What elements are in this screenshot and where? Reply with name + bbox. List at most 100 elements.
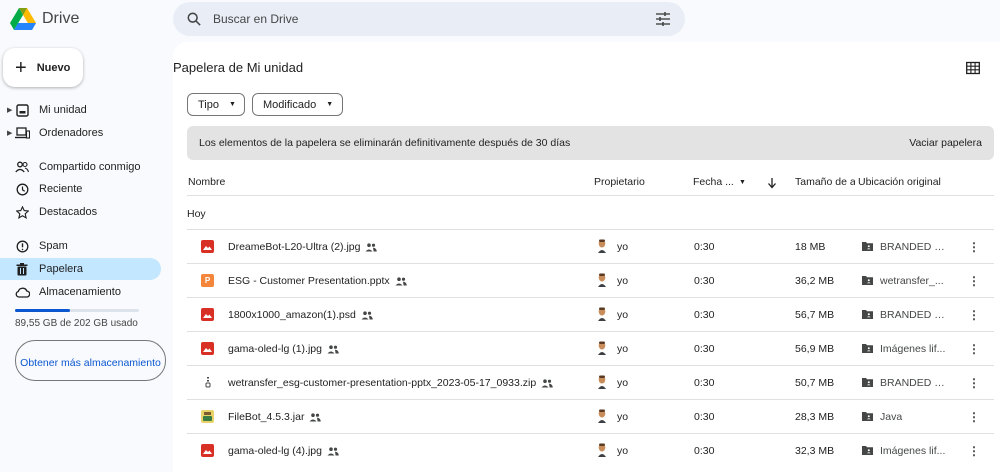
table-row[interactable]: gama-oled-lg (4).jpg yo 0:30 32,3 MB Imágene… bbox=[187, 433, 994, 467]
table-row[interactable]: DreameBot-L20-Ultra (2).jpg yo 0:30 18 MB BR… bbox=[187, 229, 994, 263]
shared-people-icon bbox=[327, 345, 339, 354]
filter-type-chip[interactable]: Tipo ▼ bbox=[187, 93, 245, 116]
folder-icon bbox=[862, 242, 873, 251]
expand-arrow-icon[interactable]: ▶ bbox=[7, 106, 12, 114]
table-header: Nombre Propietario Fecha ... ▼ Tamaño de… bbox=[187, 170, 994, 196]
file-name: wetransfer_esg-customer-presentation-ppt… bbox=[228, 377, 553, 389]
owner-avatar bbox=[598, 273, 606, 287]
storage-bar bbox=[15, 309, 139, 312]
trashed-date: 0:30 bbox=[694, 343, 715, 355]
expand-arrow-icon[interactable]: ▶ bbox=[7, 129, 12, 137]
sidebar-item-papelera[interactable]: Papelera bbox=[0, 258, 161, 280]
shared-people-icon bbox=[327, 447, 339, 456]
trashed-date: 0:30 bbox=[694, 275, 715, 287]
more-options-icon[interactable]: ⋮ bbox=[968, 408, 980, 426]
sidebar-item-destacados[interactable]: Destacados bbox=[0, 201, 161, 223]
filter-modified-chip[interactable]: Modificado ▼ bbox=[252, 93, 343, 116]
clock-icon bbox=[14, 181, 30, 197]
original-location: BRANDED - ... bbox=[880, 377, 948, 389]
drive-logo-icon bbox=[10, 8, 36, 30]
more-options-icon[interactable]: ⋮ bbox=[968, 238, 980, 256]
column-size[interactable]: Tamaño de a bbox=[795, 176, 855, 188]
trash-icon bbox=[14, 261, 30, 277]
sidebar-item-label: Compartido conmigo bbox=[39, 161, 141, 173]
folder-icon bbox=[862, 310, 873, 319]
group-label-today: Hoy bbox=[187, 208, 206, 220]
table-row[interactable]: 1800x1000_amazon(1).psd yo 0:30 56,7 MB BRAN… bbox=[187, 297, 994, 331]
empty-trash-button[interactable]: Vaciar papelera bbox=[909, 137, 982, 149]
sidebar-item-reciente[interactable]: Reciente bbox=[0, 178, 161, 200]
sidebar-item-label: Mi unidad bbox=[39, 104, 87, 116]
search-options-icon[interactable] bbox=[655, 11, 671, 27]
file-name: gama-oled-lg (1).jpg bbox=[228, 343, 339, 355]
table-row[interactable]: P ESG - Customer Presentation.pptx yo 0:30 3… bbox=[187, 263, 994, 297]
file-name: FileBot_4.5.3.jar bbox=[228, 411, 322, 423]
chip-label: Modificado bbox=[263, 98, 317, 111]
column-owner[interactable]: Propietario bbox=[594, 176, 645, 188]
file-size: 18 MB bbox=[795, 241, 826, 253]
storage-bar-fill bbox=[15, 309, 70, 312]
file-list: DreameBot-L20-Ultra (2).jpg yo 0:30 18 MB BR… bbox=[187, 229, 994, 467]
shared-people-icon bbox=[541, 379, 553, 388]
more-options-icon[interactable]: ⋮ bbox=[968, 340, 980, 358]
file-size: 50,7 MB bbox=[795, 377, 835, 389]
original-location: wetransfer_... bbox=[880, 275, 944, 287]
column-name[interactable]: Nombre bbox=[188, 176, 225, 188]
file-size: 28,3 MB bbox=[795, 411, 835, 423]
sidebar-item-spam[interactable]: Spam bbox=[0, 235, 161, 257]
computer-icon bbox=[14, 125, 30, 141]
folder-icon bbox=[862, 378, 873, 387]
drive-icon bbox=[14, 102, 30, 118]
grid-view-icon[interactable] bbox=[966, 61, 980, 75]
search-input[interactable] bbox=[213, 12, 655, 26]
star-icon bbox=[14, 204, 30, 220]
image-file-icon bbox=[201, 342, 214, 355]
owner: yo bbox=[617, 275, 629, 287]
folder-icon bbox=[862, 412, 873, 421]
new-button-label: Nuevo bbox=[36, 61, 71, 74]
table-row[interactable]: gama-oled-lg (1).jpg yo 0:30 56,9 MB Imágene… bbox=[187, 331, 994, 365]
sidebar-item-label: Ordenadores bbox=[39, 127, 104, 139]
dropdown-arrow-icon[interactable]: ▼ bbox=[739, 179, 746, 186]
java-file-icon bbox=[201, 410, 214, 423]
file-name: 1800x1000_amazon(1).psd bbox=[228, 309, 373, 321]
more-options-icon[interactable]: ⋮ bbox=[968, 374, 980, 392]
sidebar-item-ordenadores[interactable]: ▶ Ordenadores bbox=[0, 122, 161, 144]
sidebar-item-compartido[interactable]: Compartido conmigo bbox=[0, 156, 161, 178]
file-size: 56,7 MB bbox=[795, 309, 835, 321]
storage-used-text: 89,55 GB de 202 GB usado bbox=[15, 318, 138, 329]
column-location[interactable]: Ubicación original bbox=[858, 176, 941, 188]
dropdown-arrow-icon: ▼ bbox=[326, 101, 334, 108]
search-bar[interactable] bbox=[173, 2, 685, 36]
owner-avatar bbox=[598, 341, 606, 355]
folder-icon bbox=[862, 276, 873, 285]
file-size: 32,3 MB bbox=[795, 445, 835, 457]
table-row[interactable]: FileBot_4.5.3.jar yo 0:30 28,3 MB Java ⋮ bbox=[187, 399, 994, 433]
plus-icon: + bbox=[15, 56, 27, 79]
main-panel: Papelera de Mi unidad Tipo ▼ Modificado … bbox=[173, 42, 1000, 472]
owner: yo bbox=[617, 377, 629, 389]
owner: yo bbox=[617, 343, 629, 355]
search-icon[interactable] bbox=[187, 12, 201, 26]
sidebar-item-almacenamiento[interactable]: Almacenamiento bbox=[0, 281, 161, 303]
sidebar-item-label: Destacados bbox=[39, 206, 98, 218]
more-options-icon[interactable]: ⋮ bbox=[968, 306, 980, 324]
column-date[interactable]: Fecha ... bbox=[693, 176, 735, 188]
image-file-icon bbox=[201, 240, 214, 253]
trashed-date: 0:30 bbox=[694, 377, 715, 389]
new-button[interactable]: + Nuevo bbox=[3, 48, 83, 87]
sort-arrow-down-icon[interactable] bbox=[767, 177, 777, 189]
more-options-icon[interactable]: ⋮ bbox=[968, 272, 980, 290]
table-row[interactable]: wetransfer_esg-customer-presentation-ppt… bbox=[187, 365, 994, 399]
page-title: Papelera de Mi unidad bbox=[173, 60, 304, 75]
original-location: BRANDED - ... bbox=[880, 241, 948, 253]
get-more-storage-button[interactable]: Obtener más almacenamiento bbox=[15, 340, 166, 381]
owner: yo bbox=[617, 445, 629, 457]
sidebar-item-label: Papelera bbox=[39, 263, 84, 275]
folder-icon bbox=[862, 446, 873, 455]
more-options-icon[interactable]: ⋮ bbox=[968, 442, 980, 460]
sidebar-item-mi-unidad[interactable]: ▶ Mi unidad bbox=[0, 99, 161, 121]
original-location: BRANDED - ... bbox=[880, 309, 948, 321]
drive-logo[interactable]: Drive bbox=[10, 6, 79, 32]
trash-notice-banner: Los elementos de la papelera se eliminar… bbox=[187, 126, 994, 160]
